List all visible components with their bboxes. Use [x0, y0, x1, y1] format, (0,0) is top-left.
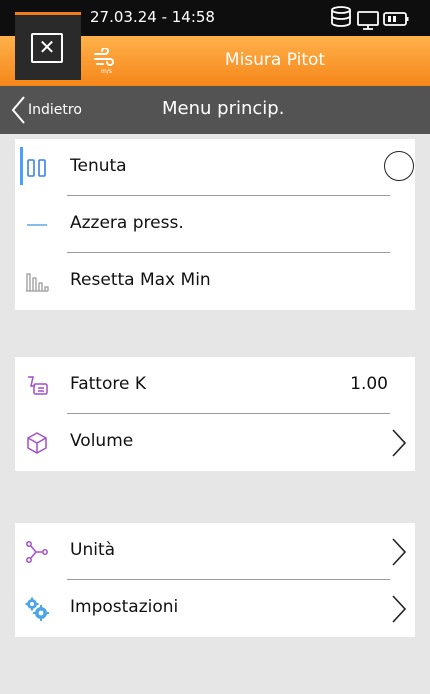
k-factor-icon: [25, 374, 49, 398]
close-icon[interactable]: ✕: [31, 33, 63, 63]
back-button[interactable]: Indietro: [10, 86, 82, 134]
menu-group-measure: Tenuta Azzera press. Resetta Max Min: [15, 139, 415, 310]
page-title: Menu princip.: [162, 98, 285, 119]
toggle-radio[interactable]: [384, 151, 414, 181]
menu-item-label: Resetta Max Min: [70, 270, 211, 290]
app-title: Misura Pitot: [224, 50, 326, 70]
dash-icon: [25, 213, 49, 237]
airflow-icon: m/s: [92, 47, 116, 78]
menu-group-settings: Unità Impostazioni: [15, 523, 415, 637]
menu-item-label: Azzera press.: [70, 213, 184, 233]
menu-item-tenuta[interactable]: Tenuta: [15, 139, 415, 196]
nav-bar: Indietro Menu princip.: [0, 86, 430, 134]
menu-item-volume[interactable]: Volume: [15, 414, 415, 471]
k-factor-value: 1.00: [350, 374, 388, 394]
chevron-right-icon: [391, 537, 407, 571]
svg-text:m/s: m/s: [101, 68, 112, 74]
columns-icon: [25, 156, 49, 180]
menu-item-reset-max-min[interactable]: Resetta Max Min: [15, 253, 415, 310]
menu-item-label: Fattore K: [70, 374, 146, 394]
menu-item-label: Tenuta: [70, 156, 127, 176]
datetime: 27.03.24 - 14:58: [90, 8, 215, 26]
menu-item-units[interactable]: Unità: [15, 523, 415, 580]
menu-item-label: Unità: [70, 540, 116, 560]
gears-icon: [25, 597, 49, 621]
close-button[interactable]: ✕: [15, 12, 81, 80]
status-icons: [328, 4, 420, 36]
storage-monitor-battery-icon: [331, 6, 409, 30]
selection-indicator: [20, 147, 23, 185]
back-label[interactable]: Indietro: [28, 102, 82, 118]
menu-group-parameters: Fattore K 1.00 Volume: [15, 357, 415, 471]
chevron-right-icon: [391, 594, 407, 628]
cube-icon: [25, 431, 49, 455]
units-icon: [25, 540, 49, 564]
chevron-right-icon: [391, 428, 407, 462]
chevron-left-icon: [11, 96, 25, 124]
menu-item-label: Impostazioni: [70, 597, 179, 617]
menu-item-azzera[interactable]: Azzera press.: [15, 196, 415, 253]
menu-item-settings[interactable]: Impostazioni: [15, 580, 415, 637]
menu-item-label: Volume: [70, 431, 134, 451]
menu-item-k-factor[interactable]: Fattore K 1.00: [15, 357, 415, 414]
bars-icon: [25, 270, 49, 294]
